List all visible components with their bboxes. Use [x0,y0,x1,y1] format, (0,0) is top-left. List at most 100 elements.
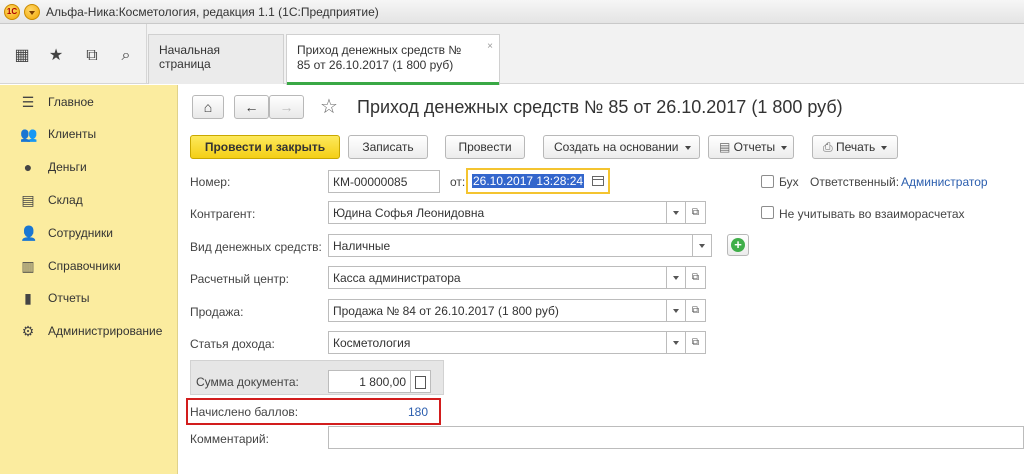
sidebar-item-label: Деньги [48,160,87,174]
forward-button[interactable]: → [269,95,304,119]
top-panel: ▦ ★ ⧉ ⌕ Начальная страница Приход денежн… [0,24,1024,85]
responsible-label: Ответственный: [810,175,900,189]
printer-icon: ⎙ [823,140,836,154]
date-label: от: [450,175,466,189]
arrow-left-icon: ← [244,99,259,115]
report-icon: ▤ [719,140,734,154]
sale-label: Продажа: [190,305,244,319]
center-open-button[interactable]: ⧉ [686,266,706,289]
home-button[interactable]: ⌂ [192,95,224,119]
home-icon: ⌂ [203,99,213,115]
toolbar-separator [146,24,147,84]
sum-field[interactable]: 1 800,00 [328,370,411,393]
bar-chart-icon: ▮ [24,290,32,306]
menu-lines-icon: ☰ [21,94,35,110]
person-icon: 👤 [20,225,38,241]
date-value: 26.10.2017 13:28:24 [472,174,585,188]
create-based-on-button[interactable]: Создать на основании [543,135,700,159]
center-dropdown[interactable] [667,266,686,289]
bonus-value: 180 [408,405,429,419]
favorite-star-icon[interactable]: ☆ [320,96,338,118]
sidebar-item-warehouse[interactable]: ▤ Склад [0,184,178,216]
sum-label: Сумма документа: [196,375,299,389]
tab-close-icon[interactable]: × [487,39,493,54]
save-button[interactable]: Записать [348,135,428,159]
tab-document-label-line1: Приход денежных средств № [297,43,462,57]
book-icon: ▥ [21,258,35,274]
comment-field[interactable] [328,426,1024,449]
title-bar: 1С Альфа-Ника:Косметология, редакция 1.1… [0,0,1024,24]
document-form: ⌂ ← → ☆ Приход денежных средств № 85 от … [178,85,1024,474]
sale-field[interactable]: Продажа № 84 от 26.10.2017 (1 800 руб) [328,299,667,322]
income-dropdown[interactable] [667,331,686,354]
mutual-settlements-label: Не учитывать во взаиморасчетах [779,207,965,221]
buh-label: Бух [779,175,799,189]
users-icon: 👥 [20,126,38,142]
money-type-label: Вид денежных средств: [190,240,322,254]
responsible-link[interactable]: Администратор [901,175,988,189]
sidebar-item-admin[interactable]: ⚙ Администрирование [0,315,178,347]
number-field[interactable]: КМ-00000085 [328,170,440,193]
center-label: Расчетный центр: [190,272,289,286]
chevron-down-icon [781,145,788,150]
counterparty-dropdown[interactable] [667,201,686,224]
main-menu-icon[interactable] [24,4,40,20]
tab-document[interactable]: Приход денежных средств № 85 от 26.10.20… [286,34,500,85]
print-button[interactable]: ⎙ Печать [812,135,898,159]
center-field[interactable]: Касса администратора [328,266,667,289]
tab-home-label: Начальная страница [159,43,221,71]
sidebar-item-label: Сотрудники [48,226,113,240]
app-logo-icon[interactable]: 1С [4,4,20,20]
money-type-dropdown[interactable] [693,234,712,257]
income-open-button[interactable]: ⧉ [686,331,706,354]
gear-icon: ⚙ [21,323,35,339]
sidebar-item-main[interactable]: ☰ Главное [0,86,178,118]
calculator-icon[interactable] [411,370,431,393]
sidebar-item-money[interactable]: ● Деньги [0,151,178,183]
income-field[interactable]: Косметология [328,331,667,354]
print-label: Печать [835,140,876,154]
sidebar: ☰ Главное 👥 Клиенты ● Деньги ▤ Склад 👤 С… [0,85,178,474]
comment-label: Комментарий: [190,432,269,446]
sidebar-item-label: Справочники [48,259,121,273]
sale-dropdown[interactable] [667,299,686,322]
search-icon[interactable]: ⌕ [116,46,136,66]
warehouse-icon: ▤ [21,192,35,208]
add-button[interactable]: + [727,234,749,256]
tab-home[interactable]: Начальная страница [148,34,284,84]
sidebar-item-reports[interactable]: ▮ Отчеты [0,282,178,314]
calendar-icon[interactable] [592,176,604,186]
mutual-settlements-checkbox[interactable] [761,206,774,219]
sidebar-item-label: Администрирование [48,324,163,338]
plus-icon: + [731,238,745,252]
apps-grid-icon[interactable]: ▦ [12,46,32,66]
date-field[interactable]: 26.10.2017 13:28:24 [466,168,610,194]
chevron-down-icon [881,145,888,150]
tab-document-label-line2: 85 от 26.10.2017 (1 800 руб) [297,58,454,72]
coin-icon: ● [23,159,33,175]
sidebar-item-label: Склад [48,193,83,207]
favorites-star-icon[interactable]: ★ [46,46,66,66]
reports-label: Отчеты [733,140,776,154]
reports-button[interactable]: ▤ Отчеты [708,135,794,159]
sidebar-item-staff[interactable]: 👤 Сотрудники [0,217,178,249]
chevron-down-icon [684,145,691,150]
buh-checkbox[interactable] [761,175,774,188]
bonus-label: Начислено баллов: [190,405,299,419]
create-based-on-label: Создать на основании [554,140,679,154]
sidebar-item-clients[interactable]: 👥 Клиенты [0,118,178,150]
counterparty-field[interactable]: Юдина Софья Леонидовна [328,201,667,224]
counterparty-label: Контрагент: [190,207,256,221]
sidebar-item-label: Клиенты [48,127,97,141]
number-label: Номер: [190,175,231,189]
post-button[interactable]: Провести [445,135,525,159]
back-button[interactable]: ← [234,95,269,119]
sale-open-button[interactable]: ⧉ [686,299,706,322]
history-icon[interactable]: ⧉ [82,46,102,66]
post-and-close-button[interactable]: Провести и закрыть [190,135,340,159]
sidebar-item-label: Главное [48,95,94,109]
sidebar-item-catalogs[interactable]: ▥ Справочники [0,250,178,282]
money-type-field[interactable]: Наличные [328,234,693,257]
window-title: Альфа-Ника:Косметология, редакция 1.1 (1… [46,5,379,19]
counterparty-open-button[interactable]: ⧉ [686,201,706,224]
